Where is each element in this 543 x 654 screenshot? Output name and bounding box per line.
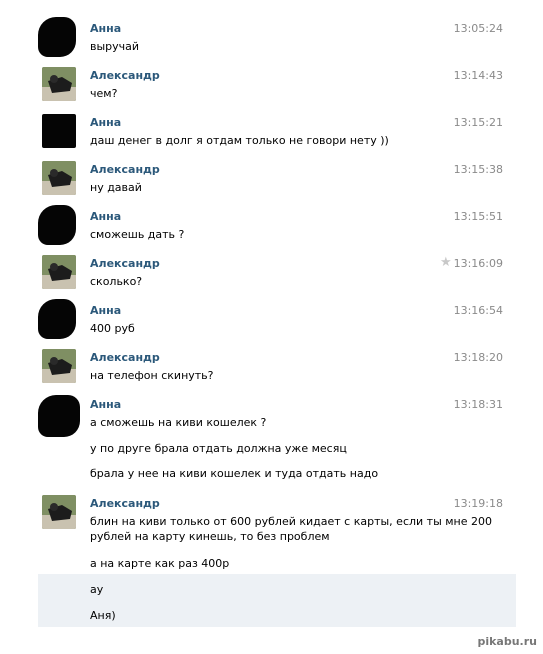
message-time[interactable]: 13:15:51 xyxy=(454,210,503,223)
message-author[interactable]: Анна xyxy=(90,210,121,223)
message-time[interactable]: 13:15:38 xyxy=(454,163,503,176)
message-time[interactable]: 13:16:54 xyxy=(454,304,503,317)
message-text: брала у нее на киви кошелек и туда отдат… xyxy=(90,467,379,480)
message-text: а на карте как раз 400р xyxy=(90,557,230,570)
message-text: сможешь дать ? xyxy=(90,228,185,241)
message-time[interactable]: 13:18:31 xyxy=(454,398,503,411)
message-time[interactable]: 13:14:43 xyxy=(454,69,503,82)
message-text: даш денег в долг я отдам только не говор… xyxy=(90,134,389,147)
message-author[interactable]: Александр xyxy=(90,257,160,270)
message-author[interactable]: Александр xyxy=(90,351,160,364)
avatar-photo xyxy=(42,349,76,383)
message-author[interactable]: Александр xyxy=(90,497,160,510)
message-time[interactable]: 13:15:21 xyxy=(454,116,503,129)
message-text: блин на киви только от 600 рублей кидает… xyxy=(90,515,493,528)
avatar[interactable] xyxy=(42,67,76,101)
message-text: ну давай xyxy=(90,181,142,194)
message-text: у по друге брала отдать должна уже месяц xyxy=(90,442,347,455)
message-text: на телефон скинуть? xyxy=(90,369,214,382)
message-time[interactable]: 13:19:18 xyxy=(454,497,503,510)
message-time[interactable]: 13:16:09 xyxy=(454,257,503,270)
avatar[interactable] xyxy=(42,161,76,195)
message-text: рублей на карту кинешь, то без проблем xyxy=(90,530,330,543)
avatar-photo xyxy=(42,495,76,529)
message-text: 400 руб xyxy=(90,322,135,335)
message-author[interactable]: Анна xyxy=(90,116,121,129)
message-text: чем? xyxy=(90,87,118,100)
avatar[interactable] xyxy=(38,17,76,57)
avatar[interactable] xyxy=(42,349,76,383)
avatar[interactable] xyxy=(38,205,76,245)
message-text: Аня) xyxy=(90,609,116,622)
message-text: а сможешь на киви кошелек ? xyxy=(90,416,267,429)
message-author[interactable]: Анна xyxy=(90,398,121,411)
avatar-photo xyxy=(42,255,76,289)
star-icon[interactable]: ★ xyxy=(440,255,452,270)
avatar-photo xyxy=(42,67,76,101)
message-text: сколько? xyxy=(90,275,143,288)
avatar-photo xyxy=(42,161,76,195)
avatar[interactable] xyxy=(42,114,76,148)
avatar[interactable] xyxy=(42,495,76,529)
avatar[interactable] xyxy=(38,299,76,339)
avatar[interactable] xyxy=(38,395,80,437)
message-author[interactable]: Александр xyxy=(90,163,160,176)
message-text: ау xyxy=(90,583,104,596)
message-author[interactable]: Александр xyxy=(90,69,160,82)
message-time[interactable]: 13:05:24 xyxy=(454,22,503,35)
message-author[interactable]: Анна xyxy=(90,304,121,317)
message-text: выручай xyxy=(90,40,140,53)
message-time[interactable]: 13:18:20 xyxy=(454,351,503,364)
watermark: pikabu.ru xyxy=(477,635,537,648)
avatar[interactable] xyxy=(42,255,76,289)
message-author[interactable]: Анна xyxy=(90,22,121,35)
